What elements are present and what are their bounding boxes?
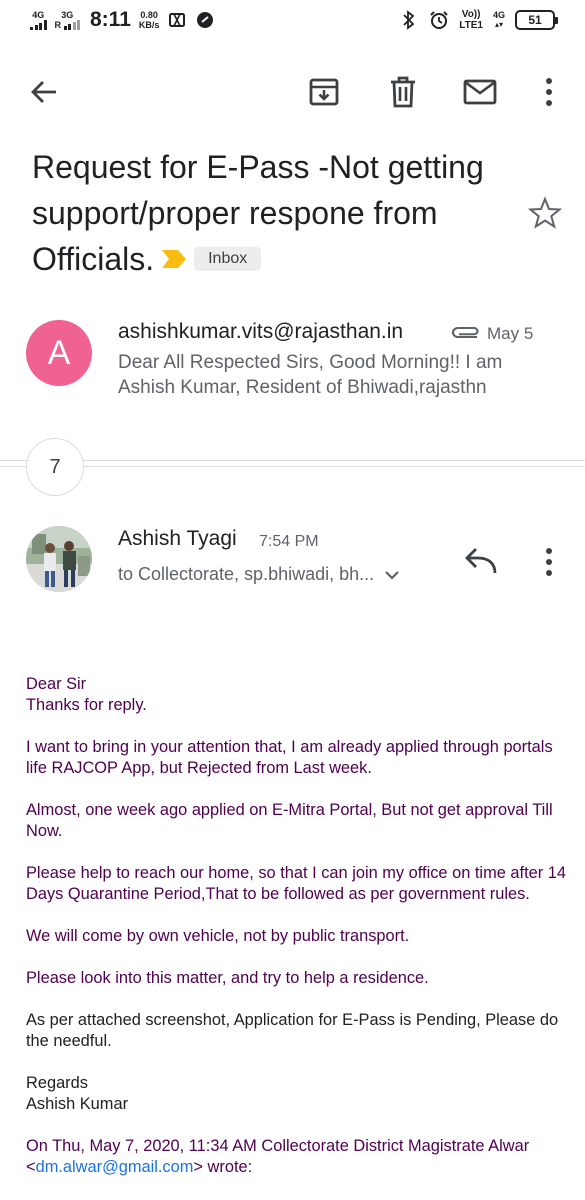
expanded-time: 7:54 PM [259,533,319,550]
signal-bars-icon [30,20,47,30]
body-paragraph: Please look into this matter, and try to… [26,969,429,987]
delete-button[interactable] [383,72,423,112]
network-speed: 0.80 KB/s [139,10,160,30]
body-signature: Regards Ashish Kumar [26,1073,566,1115]
chevron-down-icon [385,570,399,580]
archive-button[interactable] [304,72,344,112]
more-vert-icon [546,78,552,106]
status-bar: 4G 3G R 8:11 0.80 KB/s Vo)) LTE1 4G ▴▾ 5… [0,0,585,44]
data-arrows-icon: ▴▾ [494,20,503,29]
recipients-text: to Collectorate, sp.bhiwadi, bh... [118,564,375,584]
bluetooth-icon [399,10,419,30]
expanded-sender: Ashish Tyagi [118,527,237,550]
top-toolbar [0,62,585,122]
signal-bars-icon: R [54,20,80,30]
body-line: Thanks for reply. [26,696,147,714]
status-bar-left: 4G 3G R 8:11 0.80 KB/s [30,8,215,32]
hidden-messages-counter[interactable]: 7 [26,438,84,496]
body-paragraph: Almost, one week ago applied on E-Mitra … [26,801,553,840]
roaming-label: R [54,20,62,30]
thread-divider [0,466,585,467]
circle-check-icon [195,10,215,30]
battery-level: 51 [528,13,542,27]
recipients-toggle[interactable]: to Collectorate, sp.bhiwadi, bh... [118,564,400,585]
sender-photo-avatar[interactable] [26,526,92,592]
back-button[interactable] [24,72,64,112]
body-paragraph: We will come by own vehicle, not by publ… [26,927,410,945]
alarm-icon [429,10,449,30]
avatar-letter: A [47,333,71,372]
battery-icon: 51 [515,10,558,30]
sender-avatar[interactable]: A [26,320,92,386]
data-4g-indicator: 4G ▴▾ [493,10,505,30]
network-speed-unit: KB/s [138,20,160,30]
hidden-messages-count: 7 [49,455,61,478]
collapsed-sender: ashishkumar.vits@rajasthan.in [118,320,404,343]
signature-line: Ashish Kumar [26,1095,129,1113]
avatar-photo [26,526,92,592]
attachment-icon [451,327,479,338]
thread-divider [0,460,585,461]
mark-unread-button[interactable] [460,72,500,112]
message-more-vert-icon[interactable] [536,544,562,580]
quote-header-suffix: > wrote: [193,1158,253,1176]
signature-line: Regards [26,1074,88,1092]
body-paragraph: I want to bring in your attention that, … [26,738,553,777]
data-4g-label: 4G [492,10,505,20]
body-paragraph: Please help to reach our home, so that I… [26,864,566,903]
inbox-label-chip[interactable]: Inbox [194,246,262,271]
quoted-email-link[interactable]: dm.alwar@gmail.com [36,1158,194,1176]
email-subject: Request for E-Pass -Not getting support/… [32,144,502,282]
volte-top-label: Vo)) [461,9,481,20]
body-line: Dear Sir [26,675,87,693]
message-body: Dear Sir Thanks for reply. I want to bri… [26,674,566,1199]
delete-icon [391,76,415,108]
reply-icon[interactable] [462,544,500,580]
collapsed-snippet: Dear All Respected Sirs, Good Morning!! … [118,352,503,398]
screenshot-icon [167,10,187,30]
network-4g-indicator: 4G [30,10,47,30]
body-paragraph: As per attached screenshot, Application … [26,1011,559,1050]
network-speed-value: 0.80 [140,10,158,20]
volte-bottom-label: LTE1 [459,20,483,31]
mark-unread-icon [463,79,497,105]
star-icon[interactable] [528,196,562,230]
network-4g-label: 4G [32,10,45,20]
archive-icon [309,78,339,106]
important-marker-icon[interactable] [160,248,188,270]
quote-header: On Thu, May 7, 2020, 11:34 AM Collectora… [26,1136,566,1178]
network-3g-indicator: 3G R [54,10,80,30]
arrow-back-icon [31,81,56,103]
status-bar-right: Vo)) LTE1 4G ▴▾ 51 [399,9,558,31]
volte-indicator: Vo)) LTE1 [459,9,483,31]
more-options-button[interactable] [529,72,569,112]
network-3g-label: 3G [61,10,74,20]
collapsed-date: May 5 [487,324,534,343]
body-greeting: Dear Sir Thanks for reply. [26,674,566,716]
clock: 8:11 [90,8,131,31]
